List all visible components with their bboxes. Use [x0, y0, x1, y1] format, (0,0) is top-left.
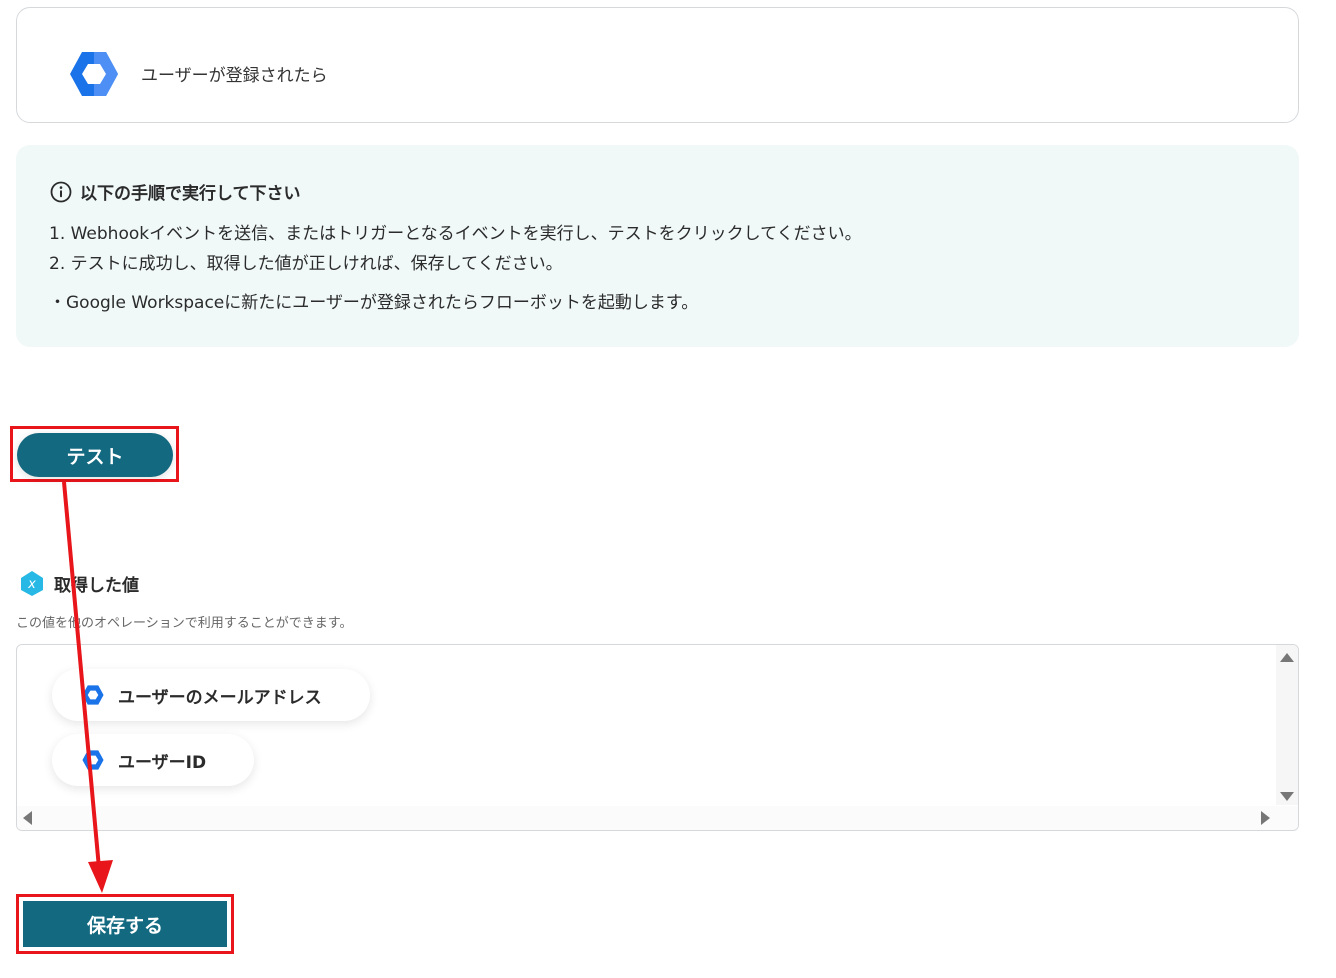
save-button-highlight: 保存する [16, 894, 234, 954]
save-button[interactable]: 保存する [23, 901, 227, 947]
values-description: この値を他のオペレーションで利用することができます。 [16, 616, 353, 631]
scroll-left-icon[interactable] [23, 811, 32, 825]
google-workspace-icon [82, 750, 104, 770]
instruction-step-1: 1. Webhookイベントを送信、またはトリガーとなるイベントを実行し、テスト… [49, 224, 862, 244]
info-icon [50, 181, 72, 202]
value-chip-email[interactable]: ユーザーのメールアドレス [52, 669, 370, 721]
google-workspace-icon [82, 685, 104, 705]
scroll-down-icon[interactable] [1280, 792, 1294, 801]
instructions-heading: 以下の手順で実行して下さい [80, 184, 301, 204]
variable-icon: x [21, 571, 43, 596]
values-title: 取得した値 [54, 575, 139, 596]
instruction-note: ・Google Workspaceに新たにユーザーが登録されたらフローボットを起… [49, 293, 699, 313]
scroll-up-icon[interactable] [1280, 653, 1294, 662]
instructions-header: 以下の手順で実行して下さい [50, 179, 301, 204]
horizontal-scrollbar[interactable] [17, 806, 1298, 830]
value-chip-label: ユーザーID [118, 752, 207, 773]
instructions-box: 以下の手順で実行して下さい 1. Webhookイベントを送信、またはトリガーと… [16, 145, 1299, 347]
instruction-step-2: 2. テストに成功し、取得した値が正しければ、保存してください。 [49, 254, 563, 274]
value-chip-user-id[interactable]: ユーザーID [52, 734, 255, 786]
trigger-title: ユーザーが登録されたら [141, 66, 328, 86]
values-header: x 取得した値 [18, 569, 139, 597]
values-panel: ユーザーのメールアドレス ユーザーID [16, 644, 1299, 831]
google-workspace-icon [70, 52, 118, 96]
test-button-highlight: テスト [10, 426, 179, 482]
svg-text:x: x [27, 577, 36, 592]
vertical-scrollbar[interactable] [1276, 645, 1298, 805]
scroll-right-icon[interactable] [1261, 811, 1270, 825]
trigger-card: ユーザーが登録されたら [16, 7, 1299, 123]
test-button[interactable]: テスト [17, 433, 173, 477]
value-chip-label: ユーザーのメールアドレス [118, 687, 322, 708]
